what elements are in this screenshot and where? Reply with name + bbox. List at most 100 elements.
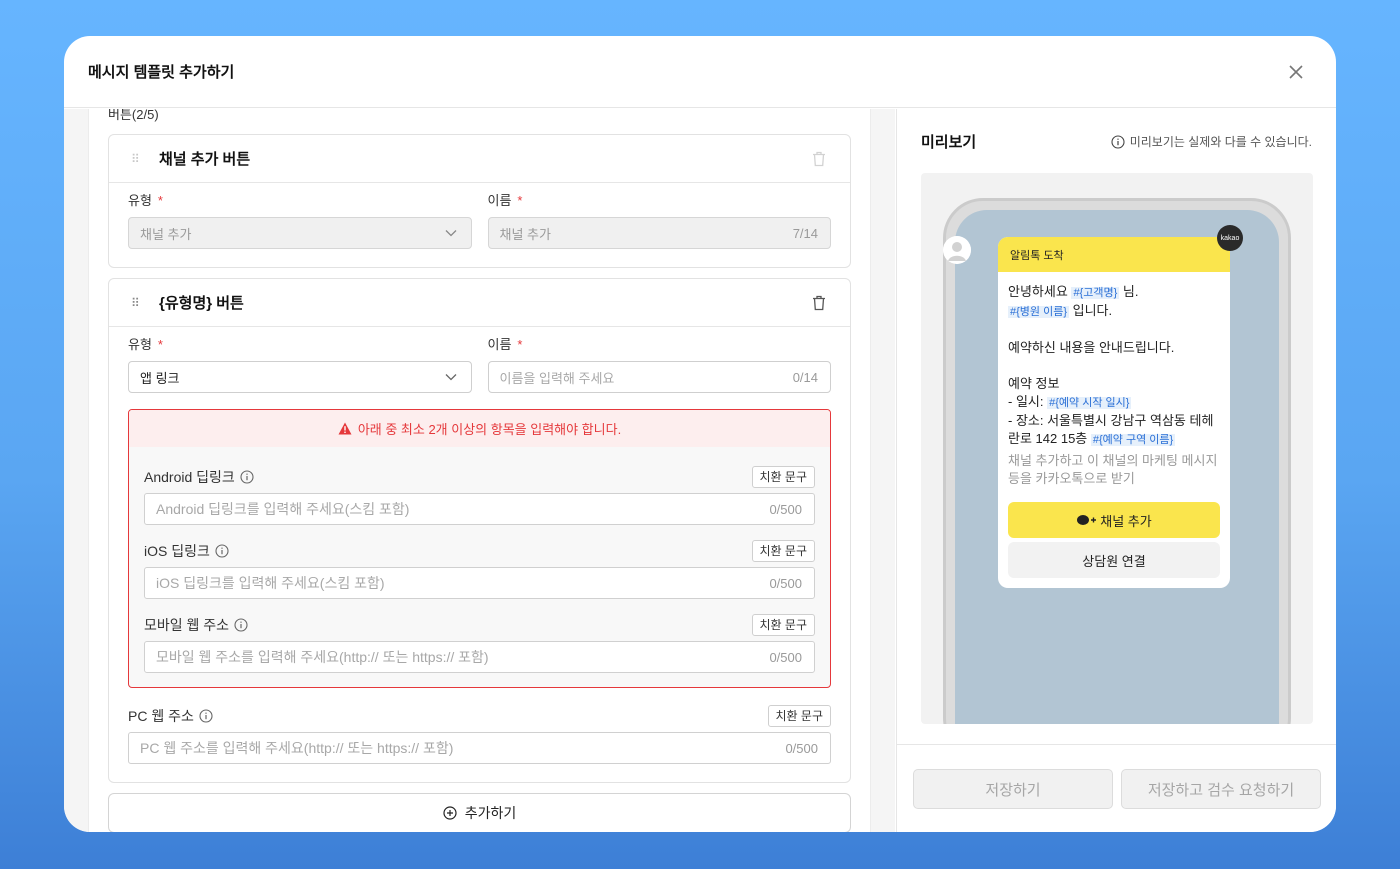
mobile-web-field: 모바일 웹 주소 치환 문구 모바일 웹 주소를 입력해 주세요(http://… [144, 609, 815, 673]
card-header: ⠿ {유형명} 버튼 [109, 279, 850, 327]
type-label: 유형 * [128, 337, 163, 352]
preview-note-text: 미리보기는 실제와 다를 수 있습니다. [1129, 135, 1312, 149]
save-button[interactable]: 저장하기 [913, 769, 1113, 809]
chevron-down-icon [445, 230, 456, 237]
kakao-logo-icon: kakao [1217, 225, 1243, 251]
card-body: 유형 * 채널 추가 이름 * 채널 추가 7/14 [109, 183, 850, 267]
drag-handle-icon[interactable]: ⠿ [131, 296, 149, 310]
date-prefix: - 일시: [1008, 394, 1044, 409]
variable-customer: #{고객명} [1071, 287, 1120, 299]
channel-add-button-card: ⠿ 채널 추가 버튼 유형 * 채널 추가 이름 * 채널 추가 7/14 [108, 134, 851, 268]
guide-line: 예약하신 내용을 안내드립니다. [1008, 340, 1175, 355]
close-icon[interactable] [1286, 62, 1306, 82]
name-input: 채널 추가 7/14 [487, 217, 831, 249]
replace-text-button[interactable]: 치환 문구 [767, 705, 831, 727]
place-line: - 장소: 서울특별시 강남구 역삼동 테헤란로 142 15층 #{예약 구역… [1008, 412, 1220, 449]
message-bubble: 알림톡 도착 kakao 안녕하세요 #{고객명} 님. #{병원 이름} 입니… [998, 225, 1243, 588]
android-deeplink-label: Android 딥링크 [144, 469, 235, 485]
android-deeplink-counter: 0/500 [769, 502, 802, 517]
suffix-ipnida: 입니다. [1072, 303, 1113, 318]
channel-plus-icon [1077, 515, 1097, 525]
name-input[interactable]: 이름을 입력해 주세요 0/14 [487, 361, 831, 393]
name-label: 이름 * [487, 193, 523, 208]
suffix-nim: 님. [1122, 284, 1139, 299]
android-deeplink-input[interactable]: Android 딥링크를 입력해 주세요(스킴 포함) 0/500 [144, 493, 815, 525]
modal-body: 버튼(2/5) ⠿ 채널 추가 버튼 유형 * 채널 추가 이름 * 채널 추가… [64, 109, 1336, 832]
info-icon[interactable] [199, 709, 213, 723]
bubble-header: 알림톡 도착 [998, 237, 1230, 272]
info-line: 예약 정보 [1008, 376, 1060, 391]
ios-deeplink-field: iOS 딥링크 치환 문구 iOS 딥링크를 입력해 주세요(스킴 포함) 0/… [144, 535, 815, 599]
profile-avatar-icon [943, 236, 971, 264]
date-line: - 일시: #{예약 시작 일시} [1008, 393, 1220, 412]
replace-text-button[interactable]: 치환 문구 [751, 540, 815, 562]
variable-datetime: #{예약 시작 일시} [1047, 397, 1132, 409]
plus-circle-icon [443, 806, 457, 820]
type-select-value: 앱 링크 [140, 370, 180, 386]
channel-sub-text: 채널 추가하고 이 채널의 마케팅 메시지 등을 카카오톡으로 받기 [1008, 453, 1218, 486]
pc-web-label: PC 웹 주소 [128, 708, 194, 724]
variable-zone: #{예약 구역 이름} [1090, 434, 1176, 446]
form-pane[interactable]: 버튼(2/5) ⠿ 채널 추가 버튼 유형 * 채널 추가 이름 * 채널 추가… [64, 109, 895, 832]
link-requirement-box: 아래 중 최소 2개 이상의 항목을 입력해야 합니다. Android 딥링크… [128, 409, 831, 688]
name-counter: 0/14 [792, 370, 818, 385]
replace-text-button[interactable]: 치환 문구 [751, 614, 815, 636]
preview-area: 알림톡 도착 kakao 안녕하세요 #{고객명} 님. #{병원 이름} 입니… [921, 173, 1313, 724]
footer-bar: 저장하기 저장하고 검수 요청하기 [897, 744, 1336, 832]
card-title: {유형명} 버튼 [159, 295, 244, 312]
mobile-web-input[interactable]: 모바일 웹 주소를 입력해 주세요(http:// 또는 https:// 포함… [144, 641, 815, 673]
mobile-web-label: 모바일 웹 주소 [144, 617, 230, 633]
type-select[interactable]: 앱 링크 [128, 361, 472, 393]
pc-web-input[interactable]: PC 웹 주소를 입력해 주세요(http:// 또는 https:// 포함)… [128, 732, 831, 764]
chevron-down-icon [445, 374, 456, 381]
info-icon[interactable] [240, 470, 254, 484]
type-select-value: 채널 추가 [140, 226, 192, 242]
app-link-button-card: ⠿ {유형명} 버튼 유형 * 앱 링크 이름 * 이름을 입력해 주세요 0/… [108, 278, 851, 783]
card-body: 유형 * 앱 링크 이름 * 이름을 입력해 주세요 0/14 아래 중 최소 … [109, 327, 850, 782]
warning-text: 아래 중 최소 2개 이상의 항목을 입력해야 합니다. [357, 422, 622, 437]
replace-text-button[interactable]: 치환 문구 [751, 466, 815, 488]
name-placeholder: 이름을 입력해 주세요 [499, 370, 615, 386]
pc-web-counter: 0/500 [785, 741, 818, 756]
type-label: 유형 * [128, 193, 163, 208]
modal-header: 메시지 템플릿 추가하기 [64, 36, 1336, 108]
drag-handle-icon[interactable]: ⠿ [131, 152, 149, 166]
android-deeplink-field: Android 딥링크 치환 문구 Android 딥링크를 입력해 주세요(스… [144, 461, 815, 525]
ios-deeplink-input[interactable]: iOS 딥링크를 입력해 주세요(스킴 포함) 0/500 [144, 567, 815, 599]
preview-title: 미리보기 [921, 133, 977, 151]
variable-hospital: #{병원 이름} [1008, 306, 1070, 318]
ios-deeplink-label: iOS 딥링크 [144, 543, 210, 559]
info-icon[interactable] [215, 544, 229, 558]
bubble-body: 안녕하세요 #{고객명} 님. #{병원 이름} 입니다. 예약하신 내용을 안… [998, 272, 1230, 488]
buttons-section-label: 버튼(2/5) [108, 109, 159, 122]
save-and-review-button[interactable]: 저장하고 검수 요청하기 [1121, 769, 1321, 809]
greeting-text: 안녕하세요 [1008, 284, 1068, 299]
add-button[interactable]: 추가하기 [108, 793, 851, 832]
info-icon[interactable] [234, 618, 248, 632]
add-button-label: 추가하기 [464, 805, 517, 821]
counsel-preview-button: 상담원 연결 [1008, 542, 1220, 578]
name-counter: 7/14 [792, 226, 818, 241]
preview-note: 미리보기는 실제와 다를 수 있습니다. [1111, 133, 1312, 150]
type-select: 채널 추가 [128, 217, 472, 249]
hospital-line: #{병원 이름} 입니다. [1008, 302, 1220, 321]
preview-pane: 미리보기 미리보기는 실제와 다를 수 있습니다. 알림톡 도착 kakao 안… [896, 109, 1336, 832]
pc-web-field: PC 웹 주소 치환 문구 PC 웹 주소를 입력해 주세요(http:// 또… [128, 700, 831, 764]
greeting-line: 안녕하세요 #{고객명} 님. [1008, 283, 1220, 302]
name-label: 이름 * [487, 337, 523, 352]
modal-title: 메시지 템플릿 추가하기 [88, 64, 235, 81]
ios-deeplink-counter: 0/500 [769, 576, 802, 591]
name-input-value: 채널 추가 [499, 226, 551, 242]
template-modal: 메시지 템플릿 추가하기 버튼(2/5) ⠿ 채널 추가 버튼 유형 * 채널 … [64, 36, 1336, 832]
channel-add-preview-button: 채널 추가 [1008, 502, 1220, 538]
mobile-web-counter: 0/500 [769, 650, 802, 665]
mobile-web-placeholder: 모바일 웹 주소를 입력해 주세요(http:// 또는 https:// 포함… [156, 649, 489, 665]
android-deeplink-placeholder: Android 딥링크를 입력해 주세요(스킴 포함) [156, 501, 410, 517]
warning-icon [338, 422, 352, 435]
card-title: 채널 추가 버튼 [159, 151, 251, 168]
info-icon [1111, 134, 1125, 149]
form-scroll-area[interactable]: 버튼(2/5) ⠿ 채널 추가 버튼 유형 * 채널 추가 이름 * 채널 추가… [88, 109, 871, 832]
trash-icon [813, 151, 825, 167]
trash-icon[interactable] [812, 295, 826, 311]
warning-banner: 아래 중 최소 2개 이상의 항목을 입력해야 합니다. [129, 410, 830, 447]
